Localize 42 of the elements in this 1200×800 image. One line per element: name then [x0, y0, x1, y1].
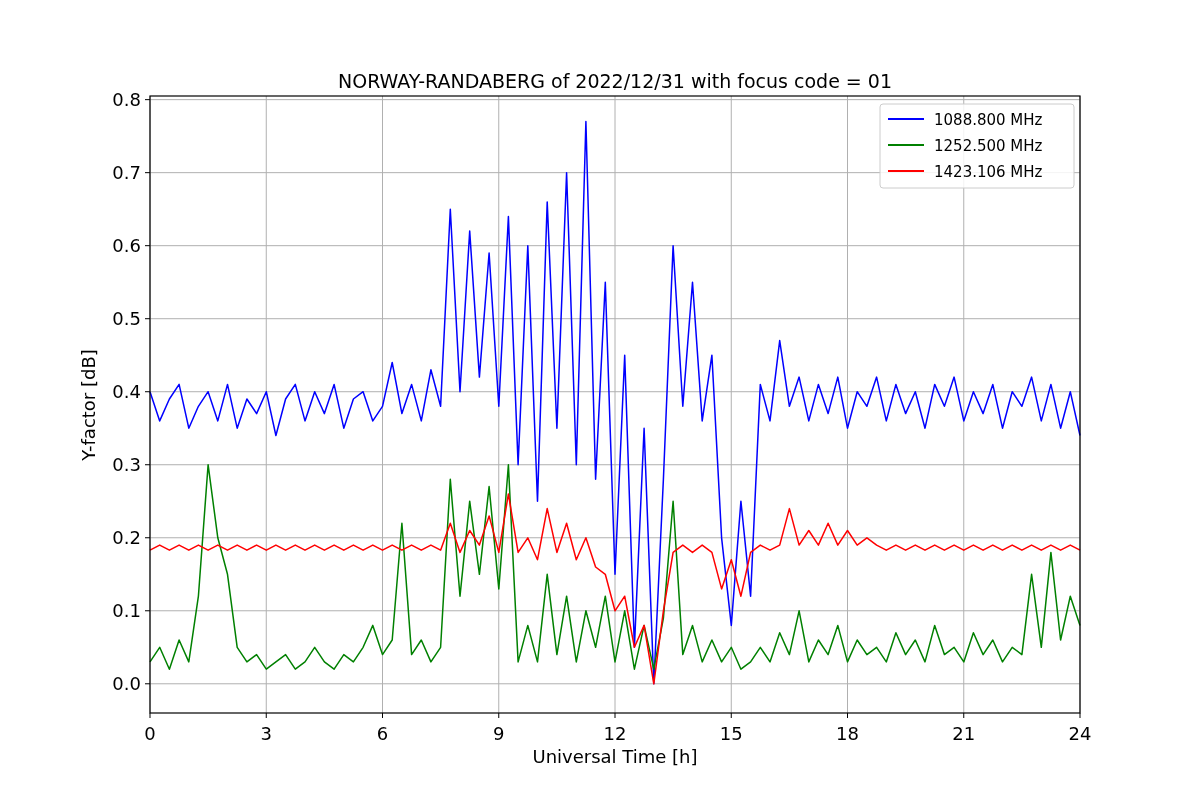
tick-mark	[144, 391, 151, 393]
tick-mark	[144, 99, 151, 101]
tick-mark	[963, 712, 965, 719]
tick-mark	[382, 712, 383, 719]
tick-mark	[614, 712, 616, 719]
legend-label: 1252.500 MHz	[934, 137, 1043, 155]
tick-mark	[498, 712, 500, 719]
x-tick-label: 0	[144, 723, 156, 744]
y-tick-label: 0.4	[112, 380, 141, 402]
y-tick-label: 0.3	[112, 453, 141, 475]
tick-mark	[144, 318, 151, 320]
tick-mark	[144, 172, 151, 174]
x-tick-label: 21	[952, 723, 976, 744]
y-tick-label: 0.2	[112, 526, 141, 548]
tick-mark	[847, 712, 848, 719]
tick-mark	[144, 245, 151, 247]
x-tick-label: 3	[260, 723, 272, 744]
y-tick-label: 0.8	[112, 88, 141, 110]
tick-mark	[1079, 712, 1081, 719]
tick-mark	[144, 683, 151, 685]
x-tick-label: 15	[719, 723, 743, 744]
x-axis-label: Universal Time [h]	[532, 746, 698, 767]
y-tick-label: 0.7	[112, 161, 141, 183]
tick-mark	[730, 712, 732, 719]
y-tick-label: 0.1	[112, 599, 141, 621]
x-tick-label: 24	[1068, 723, 1092, 744]
y-tick-label: 0.0	[112, 672, 141, 694]
tick-mark	[144, 464, 151, 466]
x-tick-label: 6	[376, 723, 389, 744]
y-tick-label: 0.5	[112, 307, 141, 329]
tick-mark	[144, 537, 151, 539]
y-tick-label: 0.6	[112, 234, 141, 256]
legend-label: 1088.800 MHz	[934, 111, 1043, 129]
x-tick-label: 12	[603, 723, 627, 744]
x-tick-label: 18	[836, 723, 859, 744]
y-axis-label: Y-factor [dB]	[78, 349, 99, 461]
tick-mark	[149, 712, 151, 719]
legend-label: 1423.106 MHz	[934, 163, 1043, 181]
x-tick-label: 9	[493, 723, 505, 744]
chart-title: NORWAY-RANDABERG of 2022/12/31 with focus code = 01	[338, 70, 892, 92]
tick-mark	[144, 610, 151, 612]
tick-mark	[265, 712, 267, 719]
